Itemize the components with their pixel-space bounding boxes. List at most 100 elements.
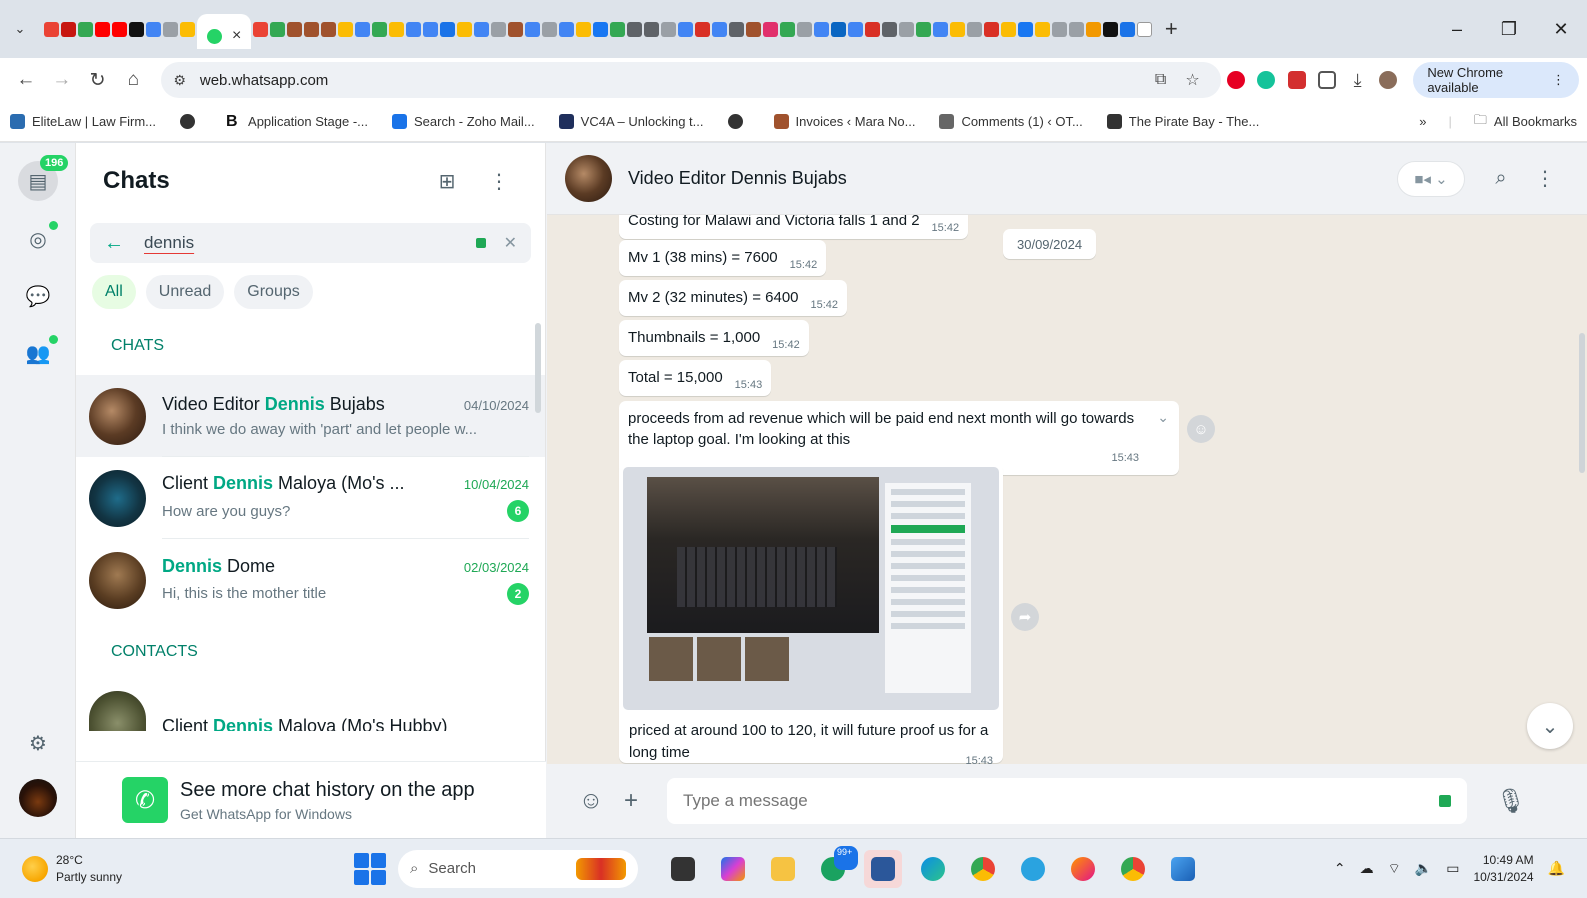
tab-favicon[interactable] — [865, 21, 881, 37]
tab-favicon[interactable] — [644, 21, 660, 37]
conversation-header[interactable]: Video Editor Dennis Bujabs ■◂ ⌄ ⌕ ⋮ — [547, 143, 1587, 215]
tab-favicon[interactable] — [95, 21, 110, 37]
chat-app-icon[interactable]: 99+ — [814, 845, 858, 888]
clear-search-icon[interactable]: ✕ — [504, 233, 517, 253]
tab-favicon[interactable] — [491, 21, 507, 37]
onedrive-icon[interactable]: ☁ — [1360, 860, 1374, 877]
chat-list-scrollbar[interactable] — [535, 323, 541, 413]
tab-favicon[interactable] — [44, 21, 59, 37]
message-bubble[interactable]: Mv 2 (32 minutes) = 6400 15:42 — [619, 280, 848, 316]
bookmark-item[interactable]: Invoices ‹ Mara No... — [773, 114, 915, 129]
tab-favicon[interactable] — [984, 21, 1000, 37]
url-text[interactable]: web.whatsapp.com — [200, 72, 1145, 89]
address-bar[interactable]: ⚙ web.whatsapp.com ⧉ ☆ — [161, 62, 1221, 98]
emoji-react-icon[interactable]: ☺ — [1187, 415, 1215, 443]
tab-favicon[interactable] — [1086, 21, 1102, 37]
message-input[interactable] — [683, 791, 1439, 811]
site-settings-icon[interactable]: ⚙ — [173, 72, 186, 89]
filter-unread[interactable]: Unread — [145, 275, 225, 309]
message-bubble[interactable]: Thumbnails = 1,000 15:42 — [619, 320, 809, 356]
tab-favicon[interactable] — [627, 21, 643, 37]
tab-favicon[interactable] — [1052, 21, 1068, 37]
bookmark-item[interactable]: The Pirate Bay - The... — [1106, 114, 1259, 129]
chrome-icon[interactable] — [964, 850, 1002, 888]
bookmarks-overflow-button[interactable]: » — [1419, 114, 1426, 129]
tab-favicon[interactable] — [763, 21, 779, 37]
notifications-bell-icon[interactable]: 🔔 — [1548, 860, 1565, 877]
tab-favicon[interactable] — [610, 21, 626, 37]
pdf-extension-icon[interactable] — [1282, 62, 1312, 98]
tab-favicon[interactable] — [1069, 21, 1085, 37]
tab-favicon[interactable] — [372, 21, 388, 37]
tab-favicon[interactable] — [559, 21, 575, 37]
grammarly-extension-icon[interactable] — [1251, 62, 1281, 98]
grammarly-icon[interactable] — [1439, 795, 1451, 807]
reload-icon[interactable]: ↻ — [80, 62, 116, 98]
tab-favicon[interactable] — [831, 21, 847, 37]
wifi-icon[interactable]: ⌔ — [1388, 860, 1401, 878]
avatar[interactable] — [565, 155, 612, 202]
copilot-icon[interactable] — [714, 850, 752, 888]
chat-list-item[interactable]: Dennis Dome 02/03/2024 Hi, this is the m… — [76, 539, 545, 621]
bookmark-item[interactable] — [727, 114, 750, 129]
tab-favicon[interactable] — [253, 21, 269, 37]
tab-favicon[interactable] — [163, 21, 178, 37]
tab-favicon[interactable] — [423, 21, 439, 37]
new-chat-icon[interactable]: ⊞ — [427, 169, 467, 194]
tab-favicon[interactable] — [61, 21, 76, 37]
settings-gear-icon[interactable]: ⚙ — [18, 723, 58, 763]
tab-favicon[interactable] — [355, 21, 371, 37]
tab-favicon[interactable] — [389, 21, 405, 37]
message-bubble[interactable]: Costing for Malawi and Victoria falls 1 … — [619, 215, 969, 239]
message-bubble[interactable]: Mv 1 (38 mins) = 7600 15:42 — [619, 240, 827, 276]
tab-favicon[interactable] — [712, 21, 728, 37]
tab-favicon[interactable] — [508, 21, 524, 37]
bookmark-star-icon[interactable]: ☆ — [1177, 70, 1209, 90]
back-arrow-icon[interactable]: ← — [8, 62, 44, 98]
microphone-icon[interactable]: 🎙 — [1491, 787, 1531, 816]
desktop-app-promo[interactable]: ✆ See more chat history on the app Get W… — [76, 761, 546, 838]
tab-favicon[interactable] — [1001, 21, 1017, 37]
chat-list-item[interactable]: Client Dennis Maloya (Mo's ... 10/04/202… — [76, 457, 545, 539]
active-tab[interactable]: × — [197, 14, 252, 49]
tab-favicon[interactable] — [967, 21, 983, 37]
close-window-icon[interactable]: ✕ — [1535, 0, 1587, 58]
chat-list-item[interactable]: Video Editor Dennis Bujabs 04/10/2024 I … — [76, 375, 545, 457]
tab-favicon[interactable] — [661, 21, 677, 37]
bookmark-item[interactable]: EliteLaw | Law Firm... — [10, 114, 156, 129]
more-vertical-icon[interactable]: ⋮ — [1523, 166, 1567, 191]
tab-favicon[interactable] — [797, 21, 813, 37]
tab-favicon[interactable] — [780, 21, 796, 37]
tab-favicon[interactable] — [270, 21, 286, 37]
bookmark-item[interactable] — [180, 114, 202, 129]
tab-favicon[interactable] — [899, 21, 915, 37]
close-tab-icon[interactable]: × — [232, 27, 241, 45]
tab-favicon[interactable] — [1137, 21, 1153, 37]
home-icon[interactable]: ⌂ — [115, 62, 151, 98]
emoji-icon[interactable]: ☺ — [571, 787, 611, 815]
attach-plus-icon[interactable]: + — [611, 787, 651, 815]
tab-favicon[interactable] — [848, 21, 864, 37]
bookmark-item[interactable]: Search - Zoho Mail... — [392, 114, 535, 129]
tab-favicon[interactable] — [916, 21, 932, 37]
filter-all[interactable]: All — [92, 275, 136, 309]
windows-start-icon[interactable] — [354, 852, 386, 885]
telegram-icon[interactable] — [1014, 850, 1052, 888]
tab-favicon[interactable] — [78, 21, 93, 37]
tab-favicon[interactable] — [814, 21, 830, 37]
battery-icon[interactable]: ▭ — [1446, 860, 1459, 877]
tab-favicon[interactable] — [457, 21, 473, 37]
laptop-listing-image[interactable] — [623, 467, 999, 710]
tab-favicon[interactable] — [338, 21, 354, 37]
profile-avatar-icon[interactable] — [1373, 62, 1403, 98]
grammarly-icon[interactable] — [475, 238, 486, 248]
bookmark-item[interactable]: B Application Stage -... — [226, 114, 368, 130]
tab-favicon[interactable] — [593, 21, 609, 37]
tab-favicon[interactable] — [146, 21, 161, 37]
volume-icon[interactable]: 🔈 — [1415, 860, 1432, 877]
extensions-puzzle-icon[interactable] — [1312, 62, 1342, 98]
weather-widget[interactable]: 28°C Partly sunny — [0, 852, 340, 886]
taskbar-search[interactable]: ⌕ Search — [398, 849, 638, 888]
tab-favicon[interactable] — [525, 21, 541, 37]
search-input[interactable]: dennis — [144, 233, 476, 253]
